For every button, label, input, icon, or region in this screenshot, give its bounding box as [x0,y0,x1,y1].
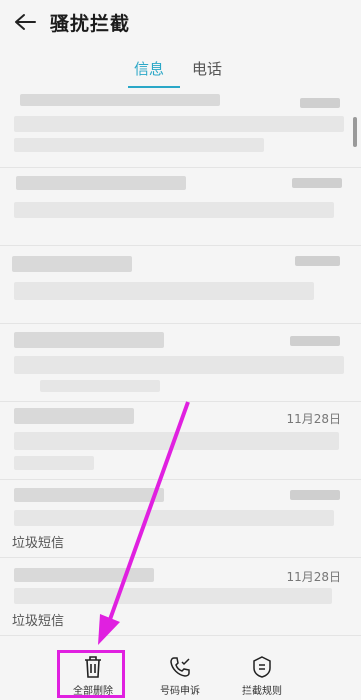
blurred-sender [20,94,220,106]
back-button[interactable] [0,0,50,44]
tab-messages[interactable]: 信息 [134,58,164,79]
list-item[interactable]: 垃圾短信 [0,480,361,558]
blurred-sender [14,408,134,424]
scrollbar[interactable] [353,117,357,147]
blurred-preview [14,282,314,300]
shield-rules-icon [253,656,271,678]
page-title: 骚扰拦截 [50,12,131,35]
blurred-date [292,178,342,188]
blurred-sender [14,332,164,348]
list-item[interactable] [0,90,361,168]
blurred-preview [14,356,344,374]
blurred-date [290,490,340,500]
spam-tag: 垃圾短信 [12,614,65,629]
blurred-preview [14,456,94,470]
message-list[interactable]: 11月28日 垃圾短信 11月28日 垃圾短信 [0,90,361,650]
list-item[interactable] [0,246,361,324]
blurred-preview [40,380,160,392]
list-item[interactable] [0,324,361,402]
blurred-preview [14,588,332,604]
number-appeal-label: 号码申诉 [160,686,200,697]
tab-bar: 信息 电话 [0,50,361,90]
list-item[interactable] [0,168,361,246]
blurred-date [295,256,340,266]
app-header: 骚扰拦截 [0,0,361,44]
list-item[interactable]: 11月28日 垃圾短信 [0,558,361,636]
block-rules-button[interactable]: 拦截规则 [222,654,302,700]
list-item[interactable] [0,636,361,650]
highlight-box [57,650,125,698]
blurred-preview [14,202,334,218]
bottom-toolbar: 全部删除 号码申诉 拦截规则 [0,650,361,700]
number-appeal-button[interactable]: 号码申诉 [140,654,220,700]
blurred-sender [14,568,154,582]
list-item[interactable]: 11月28日 [0,402,361,480]
spam-tag: 垃圾短信 [12,536,65,551]
phone-check-icon [170,657,190,677]
blurred-preview [14,432,339,450]
back-arrow-icon [15,14,36,30]
blurred-preview [14,116,344,132]
blurred-date [290,336,340,346]
blurred-preview [14,138,264,152]
blurred-preview [14,510,334,526]
tab-calls[interactable]: 电话 [192,58,222,79]
blurred-sender [14,488,164,502]
block-rules-label: 拦截规则 [242,686,282,697]
active-tab-indicator [128,86,180,88]
message-date: 11月28日 [286,570,341,584]
message-date: 11月28日 [286,412,341,426]
blurred-date [300,98,340,108]
blurred-sender [12,256,132,272]
blurred-sender [16,176,186,190]
